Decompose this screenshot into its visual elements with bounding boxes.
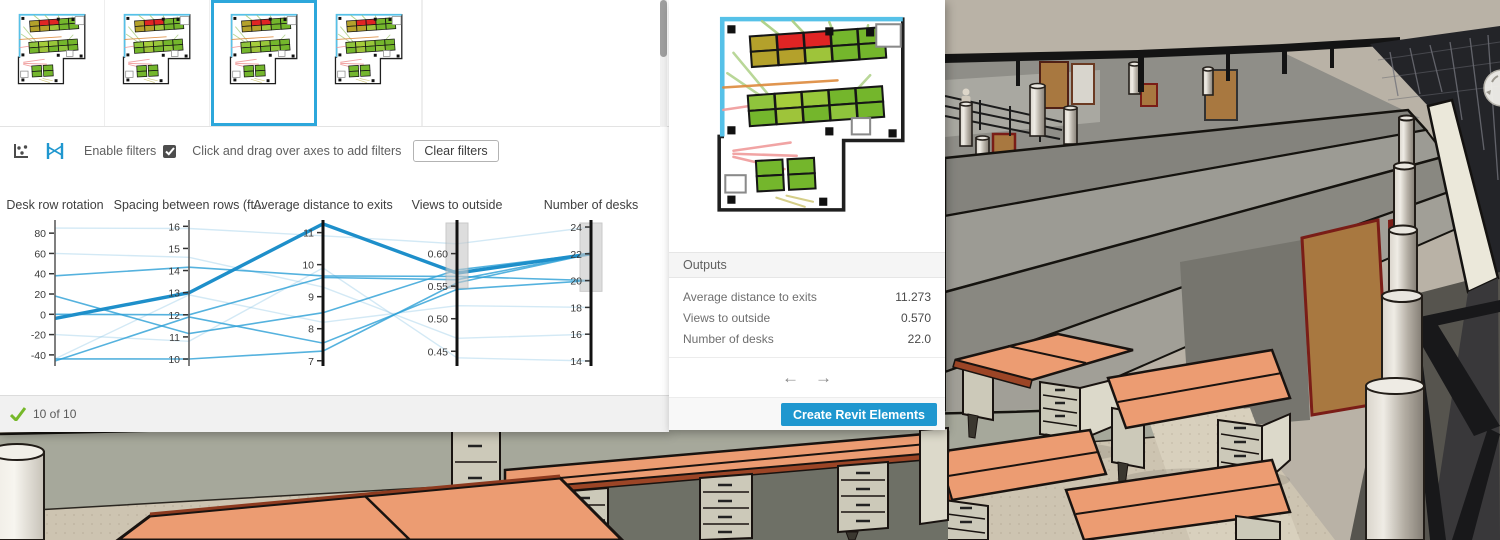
checkmark-icon bbox=[10, 407, 26, 421]
axis-tick-label: 10 bbox=[302, 260, 314, 272]
round-column bbox=[0, 444, 44, 540]
axis-title: Desk row rotation bbox=[6, 198, 103, 212]
axis-tick-label: -40 bbox=[31, 350, 46, 362]
axis-tick-label: 10 bbox=[168, 354, 180, 366]
right-arrow-icon[interactable]: → bbox=[815, 368, 832, 388]
parallel-coordinates-chart[interactable]: 80 60 40 20 0 -20 -40 Desk row rotation 16 15 14 13… bbox=[0, 193, 669, 398]
axis-tick-label: 14 bbox=[168, 266, 180, 278]
output-row: Views to outside 0.570 bbox=[669, 307, 945, 328]
axis-tick-label: 22 bbox=[570, 249, 582, 261]
create-revit-elements-button[interactable]: Create Revit Elements bbox=[781, 403, 937, 426]
left-arrow-icon[interactable]: ← bbox=[782, 368, 799, 388]
axis-tick-label: 0.50 bbox=[428, 314, 449, 326]
axis-tick-label: 80 bbox=[34, 228, 46, 240]
solution-count-label: 10 of 10 bbox=[33, 407, 76, 421]
axis-tick-label: 11 bbox=[169, 332, 180, 344]
outputs-header: Outputs bbox=[669, 252, 945, 278]
axis-tick-label: 18 bbox=[570, 302, 582, 314]
floorplan-thumbnail bbox=[229, 12, 299, 86]
output-value: 22.0 bbox=[908, 332, 931, 346]
floorplan-thumbnail bbox=[334, 12, 404, 86]
axis-tick-label: 24 bbox=[570, 222, 582, 234]
output-row: Number of desks 22.0 bbox=[669, 328, 945, 349]
output-value: 0.570 bbox=[901, 311, 931, 325]
axis-tick-label: 16 bbox=[570, 329, 582, 341]
axis-title: Spacing between rows (ft... bbox=[114, 198, 265, 212]
axis-tick-label: 16 bbox=[168, 221, 180, 233]
axis-tick-label: 0 bbox=[40, 309, 46, 321]
generative-design-overlay: Enable filters Click and drag over axes … bbox=[0, 0, 1500, 540]
solution-thumbnail-1[interactable] bbox=[0, 0, 105, 126]
axis-tick-label: 11 bbox=[303, 228, 314, 240]
selected-solution-panel: Outputs Average distance to exits 11.273… bbox=[669, 0, 945, 430]
output-row: Average distance to exits 11.273 bbox=[669, 286, 945, 307]
solution-thumbnail-3-selected[interactable] bbox=[211, 0, 317, 126]
axis-tick-label: 14 bbox=[570, 356, 582, 368]
solution-preview[interactable] bbox=[715, 12, 909, 216]
enable-filters-label: Enable filters bbox=[84, 144, 156, 158]
axis-tick-label: 8 bbox=[308, 324, 314, 336]
parallel-coordinates-icon[interactable] bbox=[44, 140, 66, 162]
axis-tick-label: 40 bbox=[34, 269, 46, 281]
study-results-panel: Enable filters Click and drag over axes … bbox=[0, 0, 669, 432]
output-label: Number of desks bbox=[683, 332, 774, 346]
drag-hint-label: Click and drag over axes to add filters bbox=[192, 144, 401, 158]
axis-tick-label: 12 bbox=[168, 310, 180, 322]
status-bar: 10 of 10 bbox=[0, 395, 669, 432]
axis-tick-label: 13 bbox=[168, 288, 180, 300]
axis-tick-label: 60 bbox=[34, 248, 46, 260]
person-figure bbox=[963, 89, 970, 96]
output-label: Average distance to exits bbox=[683, 290, 817, 304]
floorplan-thumbnail bbox=[122, 12, 192, 86]
axis-tick-label: 0.60 bbox=[428, 249, 449, 261]
axis-tick-label: 9 bbox=[308, 292, 314, 304]
solution-thumbnails bbox=[0, 0, 669, 127]
solution-thumbnail-4[interactable] bbox=[317, 0, 422, 126]
axis-tick-label: 7 bbox=[308, 356, 314, 368]
axis-title: Number of desks bbox=[544, 198, 638, 212]
solution-pager: ← → bbox=[669, 366, 945, 390]
floorplan-thumbnail bbox=[17, 12, 87, 86]
filter-toolbar: Enable filters Click and drag over axes … bbox=[0, 136, 669, 166]
axis-title: Views to outside bbox=[412, 198, 503, 212]
solution-thumbnail-2[interactable] bbox=[105, 0, 210, 126]
axis-title: Average distance to exits bbox=[253, 198, 392, 212]
axis-tick-label: 15 bbox=[168, 243, 180, 255]
floorplan-preview bbox=[715, 12, 909, 216]
axis-tick-label: -20 bbox=[31, 330, 46, 342]
scatter-plot-icon[interactable] bbox=[10, 140, 32, 162]
outputs-list: Average distance to exits 11.273 Views t… bbox=[669, 286, 945, 349]
clear-filters-button[interactable]: Clear filters bbox=[413, 140, 498, 162]
divider bbox=[669, 357, 945, 358]
thumbnail-scrollbar[interactable] bbox=[660, 0, 667, 127]
axis-tick-label: 0.45 bbox=[428, 346, 449, 358]
output-value: 11.273 bbox=[895, 290, 931, 304]
axis-tick-label: 20 bbox=[570, 276, 582, 288]
panel-footer: Create Revit Elements bbox=[669, 397, 945, 430]
output-label: Views to outside bbox=[683, 311, 770, 325]
enable-filters-checkbox[interactable] bbox=[163, 145, 176, 158]
axis-tick-label: 0.55 bbox=[428, 281, 449, 293]
divider bbox=[422, 0, 423, 126]
door-icon bbox=[1072, 64, 1094, 104]
axis-tick-label: 20 bbox=[34, 289, 46, 301]
